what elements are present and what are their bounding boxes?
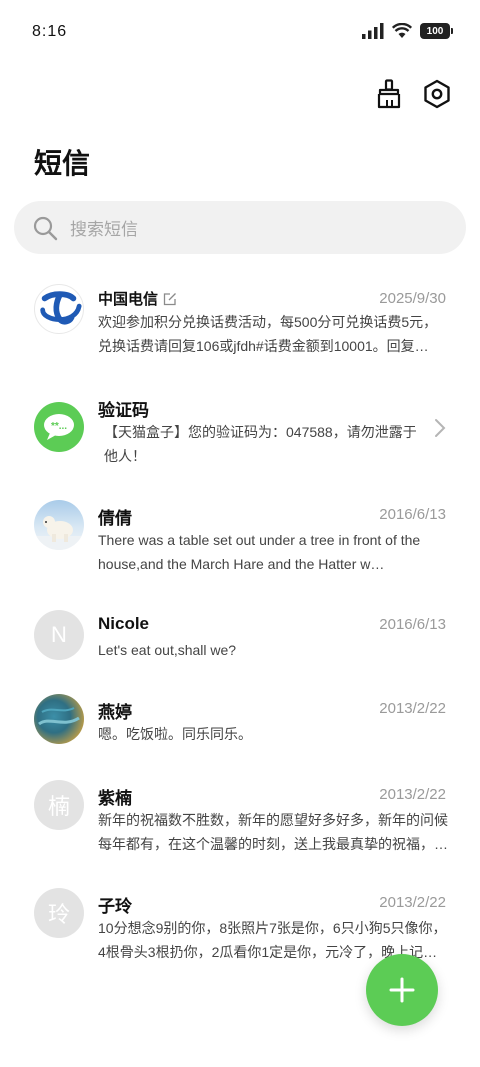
message-date: 2013/2/22 xyxy=(379,700,446,717)
avatar-letter: 楠 xyxy=(47,794,70,819)
list-item[interactable]: 倩倩 2016/6/13 There was a table set out u… xyxy=(0,492,480,602)
list-item[interactable]: 燕婷 2013/2/22 嗯。吃饭啦。同乐同乐。 xyxy=(0,686,480,772)
contact-name: 子玲 xyxy=(98,892,132,917)
contact-name-text: 燕婷 xyxy=(98,703,132,722)
plus-icon xyxy=(389,977,415,1003)
message-preview: 欢迎参加积分兑换话费活动，每500分可兑换话费5元，兑换话费请回复106或jfd… xyxy=(98,314,438,354)
list-item[interactable]: N Nicole 2016/6/13 Let's eat out,shall w… xyxy=(0,602,480,686)
gear-icon xyxy=(424,79,450,109)
sea-photo-icon xyxy=(38,707,80,726)
message-date: 2013/2/22 xyxy=(379,894,446,911)
status-icons: 100 xyxy=(362,23,453,39)
contact-name: 紫楠 xyxy=(98,784,132,809)
message-preview: 嗯。吃饭啦。同乐同乐。 xyxy=(98,726,252,742)
contact-name: 燕婷 xyxy=(98,698,132,723)
clean-button[interactable] xyxy=(374,78,404,110)
avatar xyxy=(34,284,84,334)
chat-bubble-icon: **... xyxy=(44,414,74,440)
contact-name-text: 验证码 xyxy=(98,401,149,420)
message-date: 2013/2/22 xyxy=(379,786,446,803)
page-title: 短信 xyxy=(34,148,91,179)
contact-name: 中国电信 xyxy=(98,288,177,309)
polar-bear-photo-icon xyxy=(34,516,84,550)
chevron-right-icon[interactable] xyxy=(434,418,446,438)
battery-level: 100 xyxy=(426,25,444,37)
settings-button[interactable] xyxy=(422,78,452,110)
avatar xyxy=(34,500,84,550)
list-item[interactable]: **... 验证码 【天猫盒子】您的验证码为：047588，请勿泄露于他人！ xyxy=(0,378,480,492)
message-preview: 【天猫盒子】您的验证码为：047588，请勿泄露于他人！ xyxy=(104,424,417,464)
list-item[interactable]: 中国电信 2025/9/30 欢迎参加积分兑换话费活动，每500分可兑换话费5元… xyxy=(0,268,480,378)
avatar-letter: N xyxy=(51,622,67,647)
top-actions xyxy=(374,78,452,110)
list-item[interactable]: 楠 紫楠 2013/2/22 新年的祝福数不胜数，新年的愿望好多好多，新年的问候… xyxy=(0,772,480,880)
search-icon xyxy=(33,216,58,240)
contact-name: Nicole xyxy=(98,614,149,634)
avatar: 玲 xyxy=(34,888,84,938)
contact-name-text: 倩倩 xyxy=(98,509,132,528)
avatar: 楠 xyxy=(34,780,84,830)
message-preview: 新年的祝福数不胜数，新年的愿望好多好多，新年的问候每年都有，在这个温馨的时刻，送… xyxy=(98,812,448,852)
message-preview: Let's eat out,shall we? xyxy=(98,642,237,658)
contact-name-text: 紫楠 xyxy=(98,789,132,808)
avatar xyxy=(34,694,84,744)
contact-name-text: 子玲 xyxy=(98,897,132,916)
search-input[interactable]: 搜索短信 xyxy=(14,201,466,254)
status-time: 8:16 xyxy=(32,23,68,40)
avatar: N xyxy=(34,610,84,660)
search-placeholder: 搜索短信 xyxy=(70,220,138,239)
battery-icon: 100 xyxy=(420,23,453,39)
wifi-icon xyxy=(392,23,412,38)
avatar: **... xyxy=(34,402,84,452)
avatar-letter: 玲 xyxy=(47,902,70,927)
status-bar: 8:16 100 xyxy=(0,0,480,66)
message-date: 2016/6/13 xyxy=(379,616,446,633)
contact-name-text: 中国电信 xyxy=(98,291,159,308)
signal-icon xyxy=(362,23,384,39)
contact-name-text: Nicole xyxy=(98,614,150,633)
broom-icon xyxy=(377,79,401,109)
new-message-button[interactable] xyxy=(366,954,438,1026)
svg-text:**...: **... xyxy=(51,421,67,432)
message-preview: There was a table set out under a tree i… xyxy=(98,532,421,572)
contact-name: 验证码 xyxy=(98,396,149,421)
message-date: 2025/9/30 xyxy=(379,290,446,307)
edit-icon xyxy=(163,292,176,305)
message-date: 2016/6/13 xyxy=(379,506,446,523)
contact-name: 倩倩 xyxy=(98,504,132,529)
telecom-logo-icon xyxy=(40,291,82,325)
